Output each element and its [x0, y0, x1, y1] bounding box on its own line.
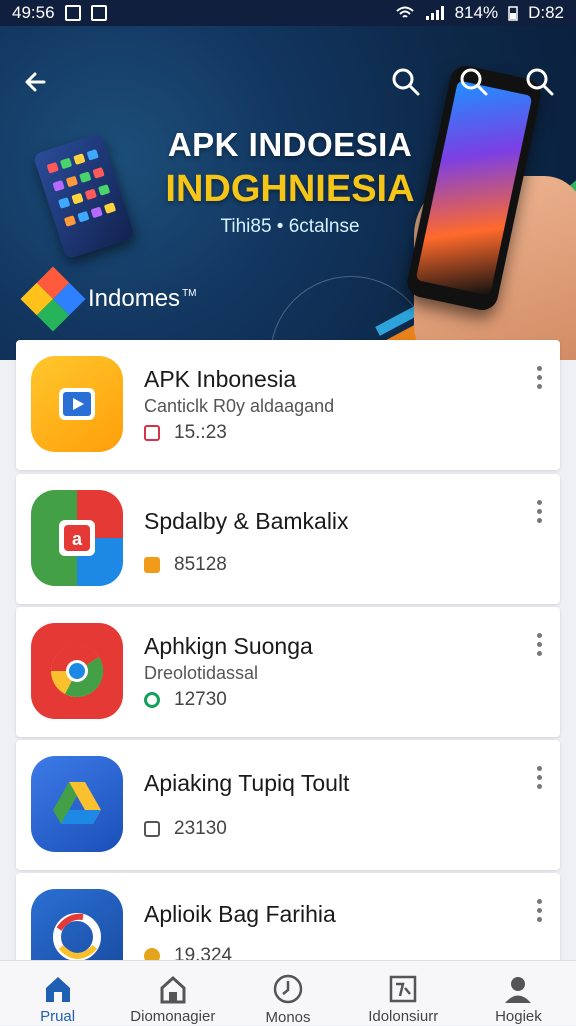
status-bar: 49:56 814% D:82 [0, 0, 576, 26]
app-count: 15.:23 [174, 422, 227, 443]
app-description: Dreolotidassal [144, 663, 259, 683]
app-name: APK Inbonesia [144, 366, 297, 392]
chrome-icon [31, 623, 123, 719]
brand-trademark: TM [182, 287, 197, 299]
calendar-icon [144, 425, 160, 441]
nav-item-manager[interactable]: Diomonagier [115, 961, 230, 1025]
app-name: Aphkign Suonga [144, 633, 313, 659]
app-meta: 85128 [144, 554, 227, 576]
app-meta: 15.:23 [144, 422, 227, 444]
nav-label: Monos [265, 1009, 311, 1026]
person-icon [502, 973, 534, 1004]
more-options-button[interactable] [534, 633, 544, 656]
search-button-2[interactable] [454, 62, 494, 102]
bottom-navigation: Prual Diomonagier Monos Idolonsiurr Hogi… [0, 960, 576, 1026]
play-store-icon [31, 356, 123, 452]
hero-banner: APK INDOESIA INDGHNIESIA Tihi85 • 6ctaln… [0, 26, 576, 360]
list-item[interactable]: APK Inbonesia Canticlk R0y aldaagand 15.… [16, 340, 560, 470]
search-icon [460, 68, 488, 96]
list-item[interactable]: Apiaking Tupiq Toult 23130 [16, 740, 560, 870]
notification-icon [64, 5, 81, 21]
app-description: Canticlk R0y aldaagand [144, 396, 335, 416]
nav-label: Diomonagier [130, 1008, 216, 1025]
app-a-icon: a [31, 490, 123, 586]
image-icon [387, 973, 419, 1004]
nav-item-profile[interactable]: Hogiek [461, 961, 576, 1025]
app-count: 85128 [174, 554, 227, 575]
target-icon [144, 692, 160, 708]
more-options-button[interactable] [534, 366, 544, 389]
app-meta: 23130 [144, 818, 227, 840]
search-button[interactable] [386, 62, 426, 102]
save-icon [144, 821, 160, 837]
status-time: 49:56 [12, 3, 55, 22]
banner-title: APK INDOESIA [167, 126, 413, 163]
search-icon [392, 68, 420, 96]
banner-tagline: Tihi85 • 6ctalnse [220, 216, 360, 237]
back-button[interactable] [16, 62, 56, 102]
nav-label: Prual [40, 1008, 76, 1025]
brand-logo-icon [20, 266, 86, 332]
back-arrow-icon [25, 72, 46, 92]
more-options-button[interactable] [534, 766, 544, 789]
gallery-notification-icon [90, 5, 107, 21]
nav-label: Idolonsiurr [368, 1008, 439, 1025]
svg-text:a: a [72, 529, 83, 549]
nav-item-gallery[interactable]: Idolonsiurr [346, 961, 461, 1025]
drive-icon [31, 756, 123, 852]
banner-subtitle: INDGHNIESIA [165, 168, 415, 210]
status-clock: D:82 [528, 3, 564, 22]
app-count: 23130 [174, 818, 227, 839]
folder-icon [144, 557, 160, 573]
brand-logo: Indomes TM [20, 266, 197, 332]
signal-icon [425, 6, 444, 20]
nav-item-home[interactable]: Prual [0, 961, 115, 1025]
more-options-button[interactable] [534, 899, 544, 922]
brand-name: Indomes [88, 285, 181, 312]
list-item[interactable]: Aphkign Suonga Dreolotidassal 12730 [16, 607, 560, 737]
app-meta: 12730 [144, 689, 227, 711]
battery-percent: 814% [454, 3, 499, 22]
app-count: 12730 [174, 689, 227, 710]
battery-icon [508, 6, 518, 21]
wifi-icon [395, 6, 414, 18]
app-name: Spdalby & Bamkalix [144, 508, 349, 534]
home-icon [42, 973, 74, 1004]
tablet-illustration [32, 132, 136, 260]
house-icon [157, 973, 189, 1004]
search-icon [526, 68, 554, 96]
nav-label: Hogiek [495, 1008, 542, 1025]
nav-item-monos[interactable]: Monos [230, 961, 345, 1026]
clock-icon [272, 973, 304, 1005]
more-options-button[interactable] [534, 500, 544, 523]
list-item[interactable]: a Spdalby & Bamkalix 85128 [16, 474, 560, 604]
app-name: Aplioik Bag Farihia [144, 901, 336, 927]
search-button-3[interactable] [520, 62, 560, 102]
app-name: Apiaking Tupiq Toult [144, 770, 350, 796]
